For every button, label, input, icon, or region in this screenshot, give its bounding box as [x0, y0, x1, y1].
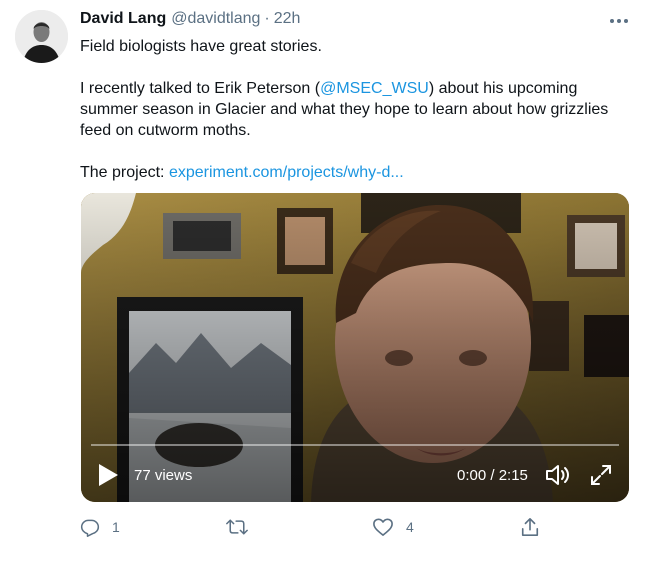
like-button[interactable]: 4 — [372, 514, 414, 540]
timestamp[interactable]: 22h — [274, 10, 301, 28]
tweet-text: Field biologists have great stories. I r… — [80, 36, 630, 183]
retweet-button[interactable] — [226, 514, 260, 540]
author-handle[interactable]: @davidtlang — [171, 10, 260, 28]
video-player[interactable]: 77 views 0:00 / 2:15 — [81, 193, 629, 502]
mention-link[interactable]: @MSEC_WSU — [320, 80, 429, 97]
more-icon[interactable] — [606, 10, 632, 32]
tweet-line-2-before: I recently talked to Erik Peterson ( — [80, 80, 321, 97]
volume-icon[interactable] — [544, 463, 572, 487]
share-button[interactable] — [520, 514, 540, 540]
video-controls: 77 views 0:00 / 2:15 — [81, 449, 629, 502]
reply-icon — [80, 519, 100, 537]
tweet-line-1: Field biologists have great stories. — [80, 38, 322, 55]
tweet[interactable]: David Lang @davidtlang · 22h Field biolo… — [0, 0, 650, 570]
tweet-line-2: I recently talked to Erik Peterson (@MSE… — [80, 78, 630, 141]
like-icon — [373, 518, 393, 536]
avatar[interactable] — [15, 10, 68, 63]
video-time: 0:00 / 2:15 — [457, 467, 528, 484]
retweet-icon — [226, 519, 248, 535]
tweet-actions: 1 4 — [80, 514, 580, 540]
project-label: The project: — [80, 164, 169, 181]
separator-dot: · — [264, 10, 270, 27]
tweet-header: David Lang @davidtlang · 22h — [80, 10, 300, 32]
share-icon — [521, 518, 539, 536]
tweet-line-3: The project: experiment.com/projects/why… — [80, 162, 630, 183]
reply-count: 1 — [112, 519, 120, 535]
fullscreen-icon[interactable] — [589, 463, 613, 487]
like-count: 4 — [406, 519, 414, 535]
author-name[interactable]: David Lang — [80, 10, 166, 28]
reply-button[interactable]: 1 — [80, 514, 120, 540]
video-progress-bar[interactable] — [91, 444, 619, 446]
play-icon[interactable] — [97, 463, 119, 487]
project-link[interactable]: experiment.com/projects/why-d... — [169, 164, 404, 181]
view-count: 77 views — [134, 467, 193, 484]
avatar-photo — [15, 10, 68, 63]
